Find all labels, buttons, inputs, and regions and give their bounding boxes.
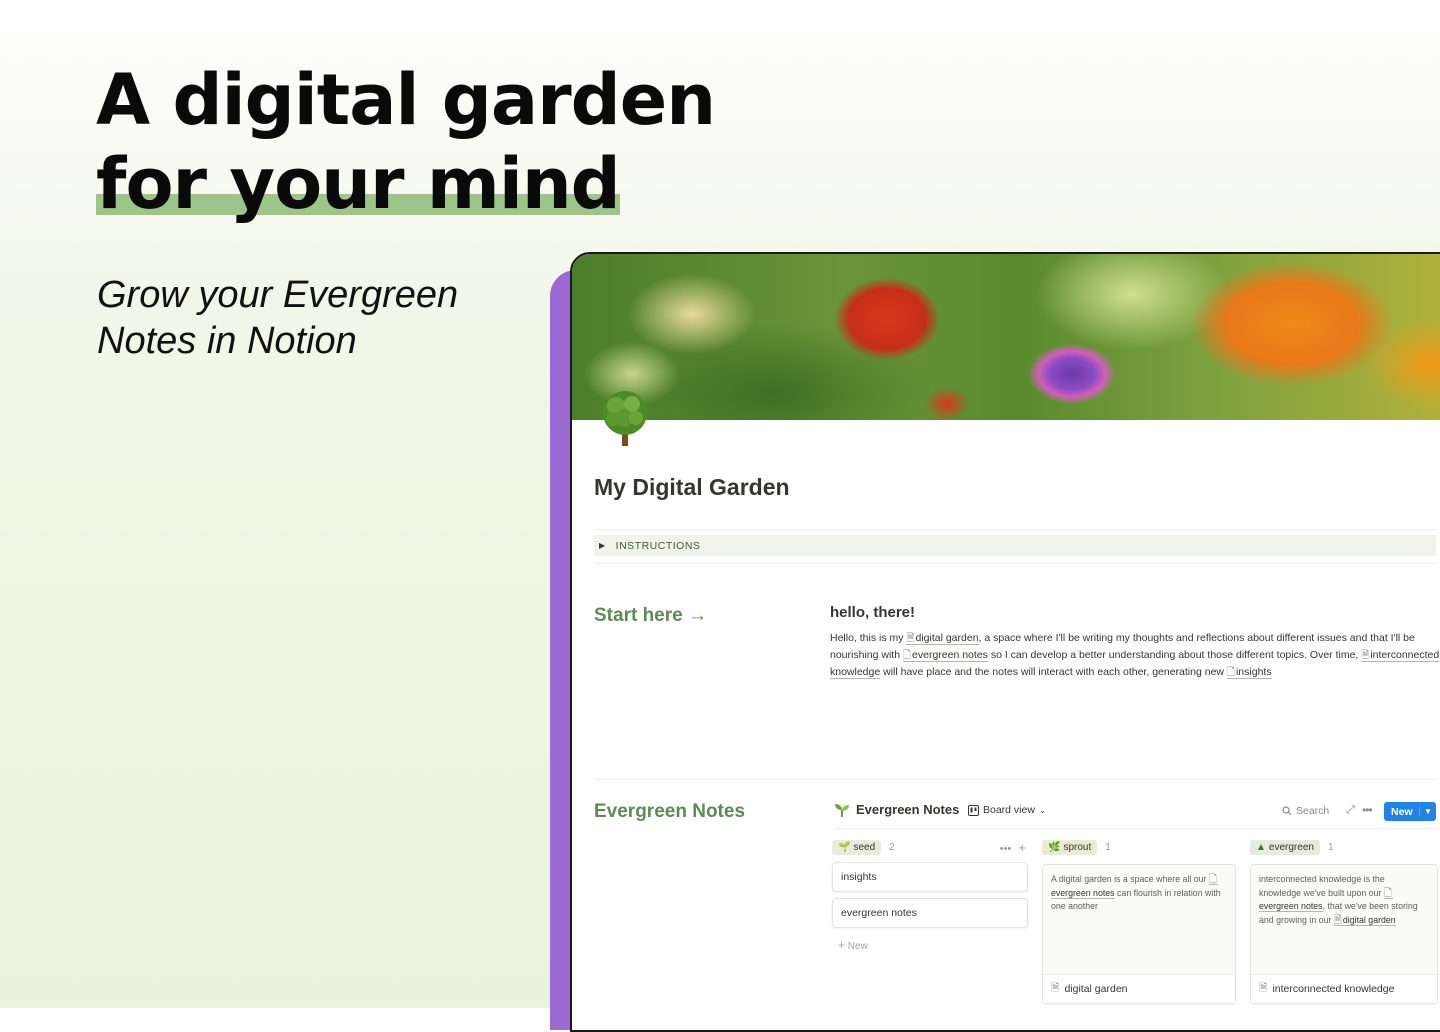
card-footer: 🗎 interconnected knowledge xyxy=(1251,974,1437,1003)
status-tag[interactable]: 🌿 sprout xyxy=(1042,839,1098,855)
board-view-label: Board view xyxy=(983,804,1035,816)
hero-subtitle-line2: Notes in Notion xyxy=(97,320,357,362)
seedling-icon: 🌱 xyxy=(838,841,851,853)
sprout-icon xyxy=(835,803,849,817)
add-new-label: New xyxy=(847,941,868,952)
page-icon: 🗎 xyxy=(1361,650,1370,661)
divider xyxy=(594,563,1436,564)
column-count: 1 xyxy=(1105,841,1111,853)
chevron-down-icon[interactable]: ▼ xyxy=(1419,807,1436,816)
divider xyxy=(594,779,1436,780)
card-title: interconnected knowledge xyxy=(1272,983,1395,995)
text-span: Hello, this is my xyxy=(830,632,907,644)
page-icon: 🗋 xyxy=(902,650,912,661)
hero-subtitle-line1: Grow your Evergreen xyxy=(97,274,459,316)
card-preview: A digital garden is a space where all ou… xyxy=(1043,865,1235,922)
column-tools: ••• + xyxy=(1000,840,1026,855)
page-icon: 🗋 xyxy=(1226,667,1235,678)
text-span: so I can develop a better understanding … xyxy=(987,649,1362,661)
mention-label: evergreen notes xyxy=(1051,887,1115,898)
expand-icon[interactable]: ⤢ xyxy=(1346,804,1355,817)
mention-link[interactable]: 🗋evergreen notes xyxy=(902,649,988,662)
mention-label: digital garden xyxy=(1342,914,1396,925)
more-icon[interactable]: ••• xyxy=(1000,843,1012,855)
board-column-evergreen: ▲ evergreen 1 interconnected knowledge i… xyxy=(1250,838,1438,1004)
toggle-label: INSTRUCTIONS xyxy=(615,539,701,552)
hero-title: A digital garden for your mind xyxy=(96,58,716,226)
tag-label: seed xyxy=(853,841,876,853)
search-label: Search xyxy=(1296,805,1330,817)
page-icon: 🗎 xyxy=(906,633,915,644)
preview-text: interconnected knowledge is the knowledg… xyxy=(1259,874,1385,898)
instructions-toggle[interactable]: ▶ INSTRUCTIONS xyxy=(594,535,1436,556)
tree-icon xyxy=(603,391,647,446)
hello-heading: hello, there! xyxy=(830,604,916,621)
new-button-label: New xyxy=(1391,805,1413,818)
status-tag[interactable]: ▲ evergreen xyxy=(1250,839,1320,855)
mention-label: insights xyxy=(1235,666,1272,678)
more-icon[interactable]: ••• xyxy=(1362,803,1373,817)
divider xyxy=(834,828,1436,829)
board-card[interactable]: insights xyxy=(832,862,1028,892)
board-card[interactable]: interconnected knowledge is the knowledg… xyxy=(1250,864,1438,1004)
mention-label: evergreen notes xyxy=(912,649,988,661)
add-new-card[interactable]: + New xyxy=(838,938,1028,952)
preview-text: A digital garden is a space where all ou… xyxy=(1051,874,1209,884)
page-icon: 🗎 xyxy=(1259,982,1268,994)
page-icon: 🗎 xyxy=(1333,914,1342,926)
page-icon: 🗋 xyxy=(1383,887,1392,899)
mention-label: digital garden xyxy=(915,632,979,644)
card-footer: 🗎 digital garden xyxy=(1043,974,1235,1003)
board-icon xyxy=(968,804,979,816)
column-header: 🌱 seed 2 xyxy=(832,838,1028,856)
cover-image xyxy=(572,254,1440,420)
new-button[interactable]: New ▼ xyxy=(1384,802,1436,821)
tag-label: sprout xyxy=(1063,841,1092,853)
hero-title-line1: A digital garden xyxy=(96,59,716,141)
page-title: My Digital Garden xyxy=(594,474,790,500)
notion-window: My Digital Garden ▶ INSTRUCTIONS Start h… xyxy=(570,252,1440,1032)
mention-link[interactable]: 🗎digital garden xyxy=(906,632,979,645)
card-preview: interconnected knowledge is the knowledg… xyxy=(1251,865,1437,935)
board-card[interactable]: A digital garden is a space where all ou… xyxy=(1042,864,1236,1004)
board-card[interactable]: evergreen notes xyxy=(832,898,1028,928)
column-header: ▲ evergreen 1 xyxy=(1250,838,1438,856)
board-header: Evergreen Notes Board view ⌄ Search ⤢ ••… xyxy=(834,802,1436,822)
board-search[interactable]: Search xyxy=(1282,805,1329,817)
mention-link: 🗎digital garden xyxy=(1333,914,1396,926)
mention-link[interactable]: 🗋insights xyxy=(1226,666,1272,679)
page-icon: 🗎 xyxy=(1051,982,1060,994)
plus-icon: + xyxy=(838,938,846,952)
page-icon: 🗋 xyxy=(1208,874,1217,885)
column-header: 🌿 sprout 1 xyxy=(1042,838,1236,856)
search-icon xyxy=(1282,806,1292,816)
board-view-select[interactable]: Board view ⌄ xyxy=(968,804,1046,816)
board-column-seed: 🌱 seed 2 ••• + insights evergreen notes … xyxy=(832,838,1028,952)
tag-label: evergreen xyxy=(1268,841,1314,853)
triangle-right-icon: ▶ xyxy=(599,541,606,550)
plus-icon[interactable]: + xyxy=(1018,840,1026,855)
divider xyxy=(594,529,1436,530)
board-title-label: Evergreen Notes xyxy=(856,802,960,817)
column-count: 1 xyxy=(1327,841,1334,853)
status-tag[interactable]: 🌱 seed xyxy=(832,839,882,855)
chevron-down-icon: ⌄ xyxy=(1038,805,1046,815)
hero-title-line2: for your mind xyxy=(96,143,621,225)
card-title: digital garden xyxy=(1064,983,1128,995)
hero-subtitle: Grow your Evergreen Notes in Notion xyxy=(97,272,458,364)
column-count: 2 xyxy=(889,841,895,853)
start-here-label: Start here → xyxy=(594,605,707,626)
board-title[interactable]: Evergreen Notes xyxy=(834,802,959,817)
hello-paragraph: Hello, this is my 🗎digital garden, a spa… xyxy=(830,630,1440,681)
board-column-sprout: 🌿 sprout 1 A digital garden is a space w… xyxy=(1042,838,1236,1004)
text-span: will have place and the notes will inter… xyxy=(880,666,1227,678)
sprout-icon: 🌿 xyxy=(1048,841,1061,853)
evergreen-tree-icon: ▲ xyxy=(1256,841,1266,853)
mention-label: evergreen notes xyxy=(1259,901,1323,911)
evergreen-notes-label: Evergreen Notes xyxy=(594,801,746,822)
